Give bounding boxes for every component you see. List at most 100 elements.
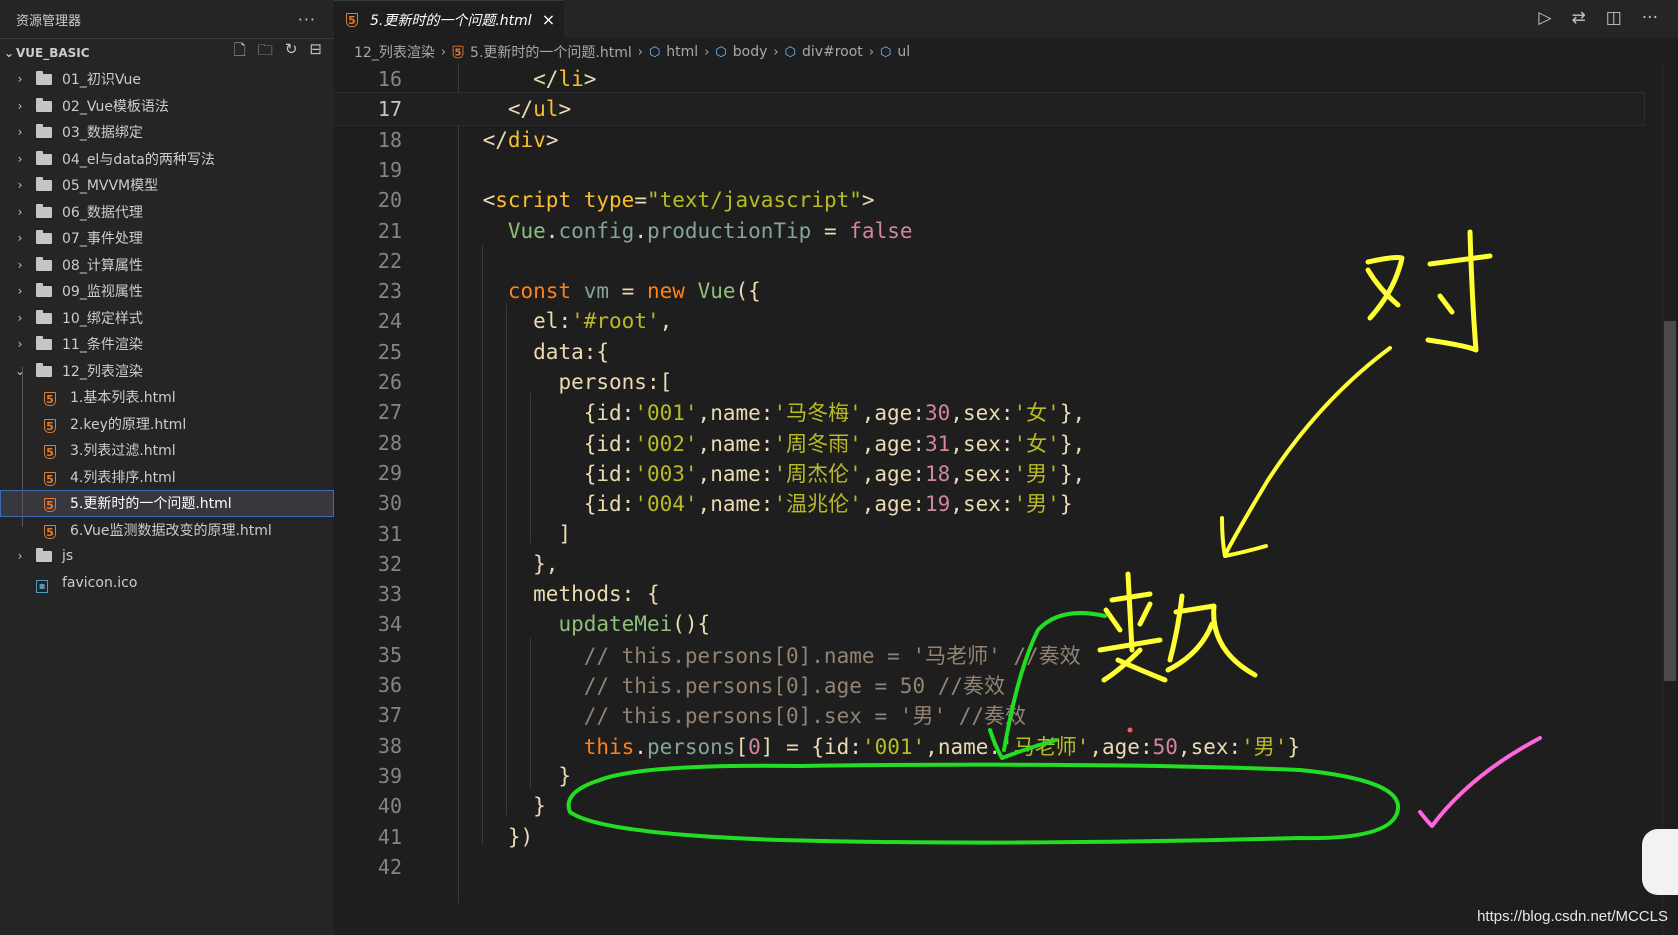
tab-active[interactable]: 5 5.更新时的一个问题.html × (334, 0, 564, 38)
explorer-sidebar: 资源管理器 ··· ⌄ VUE_BASIC 🗋 🗀 ↻ ⊟ › 01_初识Vue … (0, 0, 334, 935)
close-icon[interactable]: × (542, 10, 555, 29)
ellipsis-icon[interactable]: ··· (1642, 8, 1658, 28)
breadcrumb-folder[interactable]: 12_列表渲染 (354, 42, 435, 62)
new-file-icon[interactable]: 🗋 (234, 40, 246, 65)
code-line[interactable]: 28 {id:'002',name:'周冬雨',age:31,sex:'女'}, (334, 427, 1644, 459)
code-line[interactable]: 21 Vue.config.productionTip = false (334, 215, 1644, 247)
code-line[interactable]: 23 const vm = new Vue({ (334, 275, 1644, 307)
breadcrumb-ul[interactable]: ul (897, 44, 910, 60)
breadcrumb-body[interactable]: body (733, 44, 768, 60)
tree-folder[interactable]: › 05_MVVM模型 (0, 172, 334, 199)
tree-file[interactable]: 5 4.列表排序.html (0, 464, 334, 491)
code-line[interactable]: 32 }, (334, 548, 1644, 580)
code-line[interactable]: 26 persons:[ (334, 366, 1644, 398)
chevron-down-icon: ⌄ (14, 363, 26, 378)
tree-file[interactable]: 5 1.基本列表.html (0, 384, 334, 411)
breadcrumb-file[interactable]: 5.更新时的一个问题.html (470, 42, 632, 62)
code-line[interactable]: 18 </div> (334, 124, 1644, 156)
tree-file-selected[interactable]: 5 5.更新时的一个问题.html (0, 490, 334, 517)
new-folder-icon[interactable]: 🗀 (258, 40, 273, 65)
code-line[interactable]: 25 data:{ (334, 336, 1644, 368)
code-line[interactable]: 20 <script type="text/javascript"> (334, 184, 1644, 216)
tree-file-label: 4.列表排序.html (70, 469, 176, 486)
code-line[interactable]: 41 }) (334, 821, 1644, 853)
tree-folder[interactable]: › 08_计算属性 (0, 252, 334, 279)
line-number: 35 (377, 642, 402, 667)
ellipsis-icon[interactable]: ··· (298, 10, 316, 29)
code-editor[interactable]: 16 </li> 17 </ul> 18 </div> 19 20 <script ty… (334, 63, 1678, 935)
breadcrumb-html[interactable]: html (666, 44, 698, 60)
code-line[interactable]: 30 {id:'004',name:'温兆伦',age:19,sex:'男'} (334, 487, 1644, 519)
line-number: 26 (377, 370, 402, 394)
code-line[interactable]: 37 // this.persons[0].sex = '男' //奏效 (334, 699, 1644, 731)
code-line[interactable]: 16 </li> (334, 63, 1644, 95)
tree-folder-label: 02_Vue模板语法 (62, 98, 169, 115)
code-text: </div> (482, 127, 559, 152)
tree-folder[interactable]: › 02_Vue模板语法 (0, 93, 334, 120)
symbol-icon: ⬡ (715, 44, 727, 60)
code-line[interactable]: 40 } (334, 790, 1644, 822)
tree-folder[interactable]: › 01_初识Vue (0, 66, 334, 93)
code-line[interactable]: 19 (334, 154, 1644, 186)
compare-icon[interactable]: ⇄ (1571, 8, 1585, 28)
code-text: {id:'004',name:'温兆伦',age:19,sex:'男'} (432, 492, 1073, 517)
code-line[interactable]: 29 {id:'003',name:'周杰伦',age:18,sex:'男'}, (334, 457, 1644, 489)
code-line[interactable]: 33 methods: { (334, 578, 1644, 610)
html-file-icon: 5 (44, 391, 58, 407)
tree-folder[interactable]: › 04_el与data的两种写法 (0, 146, 334, 173)
code-line[interactable]: 27 {id:'001',name:'马冬梅',age:30,sex:'女'}, (334, 396, 1644, 428)
code-text: el:'#root', (533, 309, 673, 334)
code-line[interactable]: 39 } (334, 760, 1644, 792)
code-line[interactable]: 42 (334, 851, 1644, 883)
code-text: data:{ (533, 339, 610, 364)
tree-folder[interactable]: › 11_条件渲染 (0, 331, 334, 358)
breadcrumb: 12_列表渲染 › 5 5.更新时的一个问题.html › ⬡ html › ⬡… (334, 38, 1678, 66)
workspace-section[interactable]: ⌄ VUE_BASIC 🗋 🗀 ↻ ⊟ (0, 38, 334, 66)
breadcrumb-root[interactable]: div#root (802, 44, 863, 60)
tree-file[interactable]: 5 2.key的原理.html (0, 411, 334, 438)
tree-folder[interactable]: › 10_绑定样式 (0, 305, 334, 332)
html-file-icon: 5 (44, 444, 58, 460)
html-file-icon: 5 (452, 45, 464, 59)
tree-folder-open[interactable]: ⌄ 12_列表渲染 (0, 358, 334, 385)
chevron-right-icon: › (17, 284, 23, 299)
tree-folder[interactable]: › js (0, 543, 334, 570)
chevron-right-icon: › (704, 44, 710, 60)
code-line[interactable]: 22 (334, 245, 1644, 277)
editor-actions: ▷ ⇄ ◫ ··· (1538, 8, 1658, 28)
tree-file[interactable]: 5 6.Vue监测数据改变的原理.html (0, 517, 334, 544)
refresh-icon[interactable]: ↻ (285, 40, 298, 65)
code-line[interactable]: 17 </ul> (334, 92, 1645, 127)
tree-folder[interactable]: › 07_事件处理 (0, 225, 334, 252)
run-icon[interactable]: ▷ (1538, 8, 1551, 28)
tree-file-label: 2.key的原理.html (70, 416, 187, 433)
scrollbar-thumb[interactable] (1664, 321, 1676, 681)
collapse-all-icon[interactable]: ⊟ (309, 40, 322, 65)
explorer-title: 资源管理器 (16, 13, 82, 29)
code-line[interactable]: 35 // this.persons[0].name = '马老师' //奏效 (334, 639, 1644, 671)
code-line[interactable]: 38 this.persons[0] = {id:'001',name:'马老师… (334, 730, 1644, 762)
code-line[interactable]: 31 ] (334, 518, 1644, 550)
chevron-right-icon: › (17, 151, 23, 166)
tree-folder[interactable]: › 09_监视属性 (0, 278, 334, 305)
code-line[interactable]: 36 // this.persons[0].age = 50 //奏效 (334, 669, 1644, 701)
workspace-title: VUE_BASIC (16, 45, 90, 60)
code-line[interactable]: 24 el:'#root', (334, 305, 1644, 337)
tab-bar: 5 5.更新时的一个问题.html × ▷ ⇄ ◫ ··· (334, 0, 1678, 38)
vertical-scrollbar[interactable] (1662, 63, 1678, 935)
tree-file-label: favicon.ico (62, 574, 138, 591)
tree-folder-label: js (62, 548, 74, 565)
line-number: 24 (377, 309, 402, 334)
folder-icon (36, 97, 52, 112)
tree-file[interactable]: 5 3.列表过滤.html (0, 437, 334, 464)
code-text: persons:[ (558, 370, 673, 394)
tree-file[interactable]: ▪ favicon.ico (0, 570, 334, 597)
split-editor-icon[interactable]: ◫ (1606, 8, 1622, 28)
html-file-icon: 5 (44, 471, 58, 486)
tree-folder[interactable]: › 06_数据代理 (0, 199, 334, 226)
code-text: {id:'002',name:'周冬雨',age:31,sex:'女'}, (432, 431, 1086, 456)
tree-folder[interactable]: › 03_数据绑定 (0, 119, 334, 146)
code-text: // this.persons[0].age = 50 //奏效 (583, 674, 1006, 698)
line-number: 27 (377, 400, 402, 425)
code-line[interactable]: 34 updateMei(){ (334, 608, 1644, 640)
